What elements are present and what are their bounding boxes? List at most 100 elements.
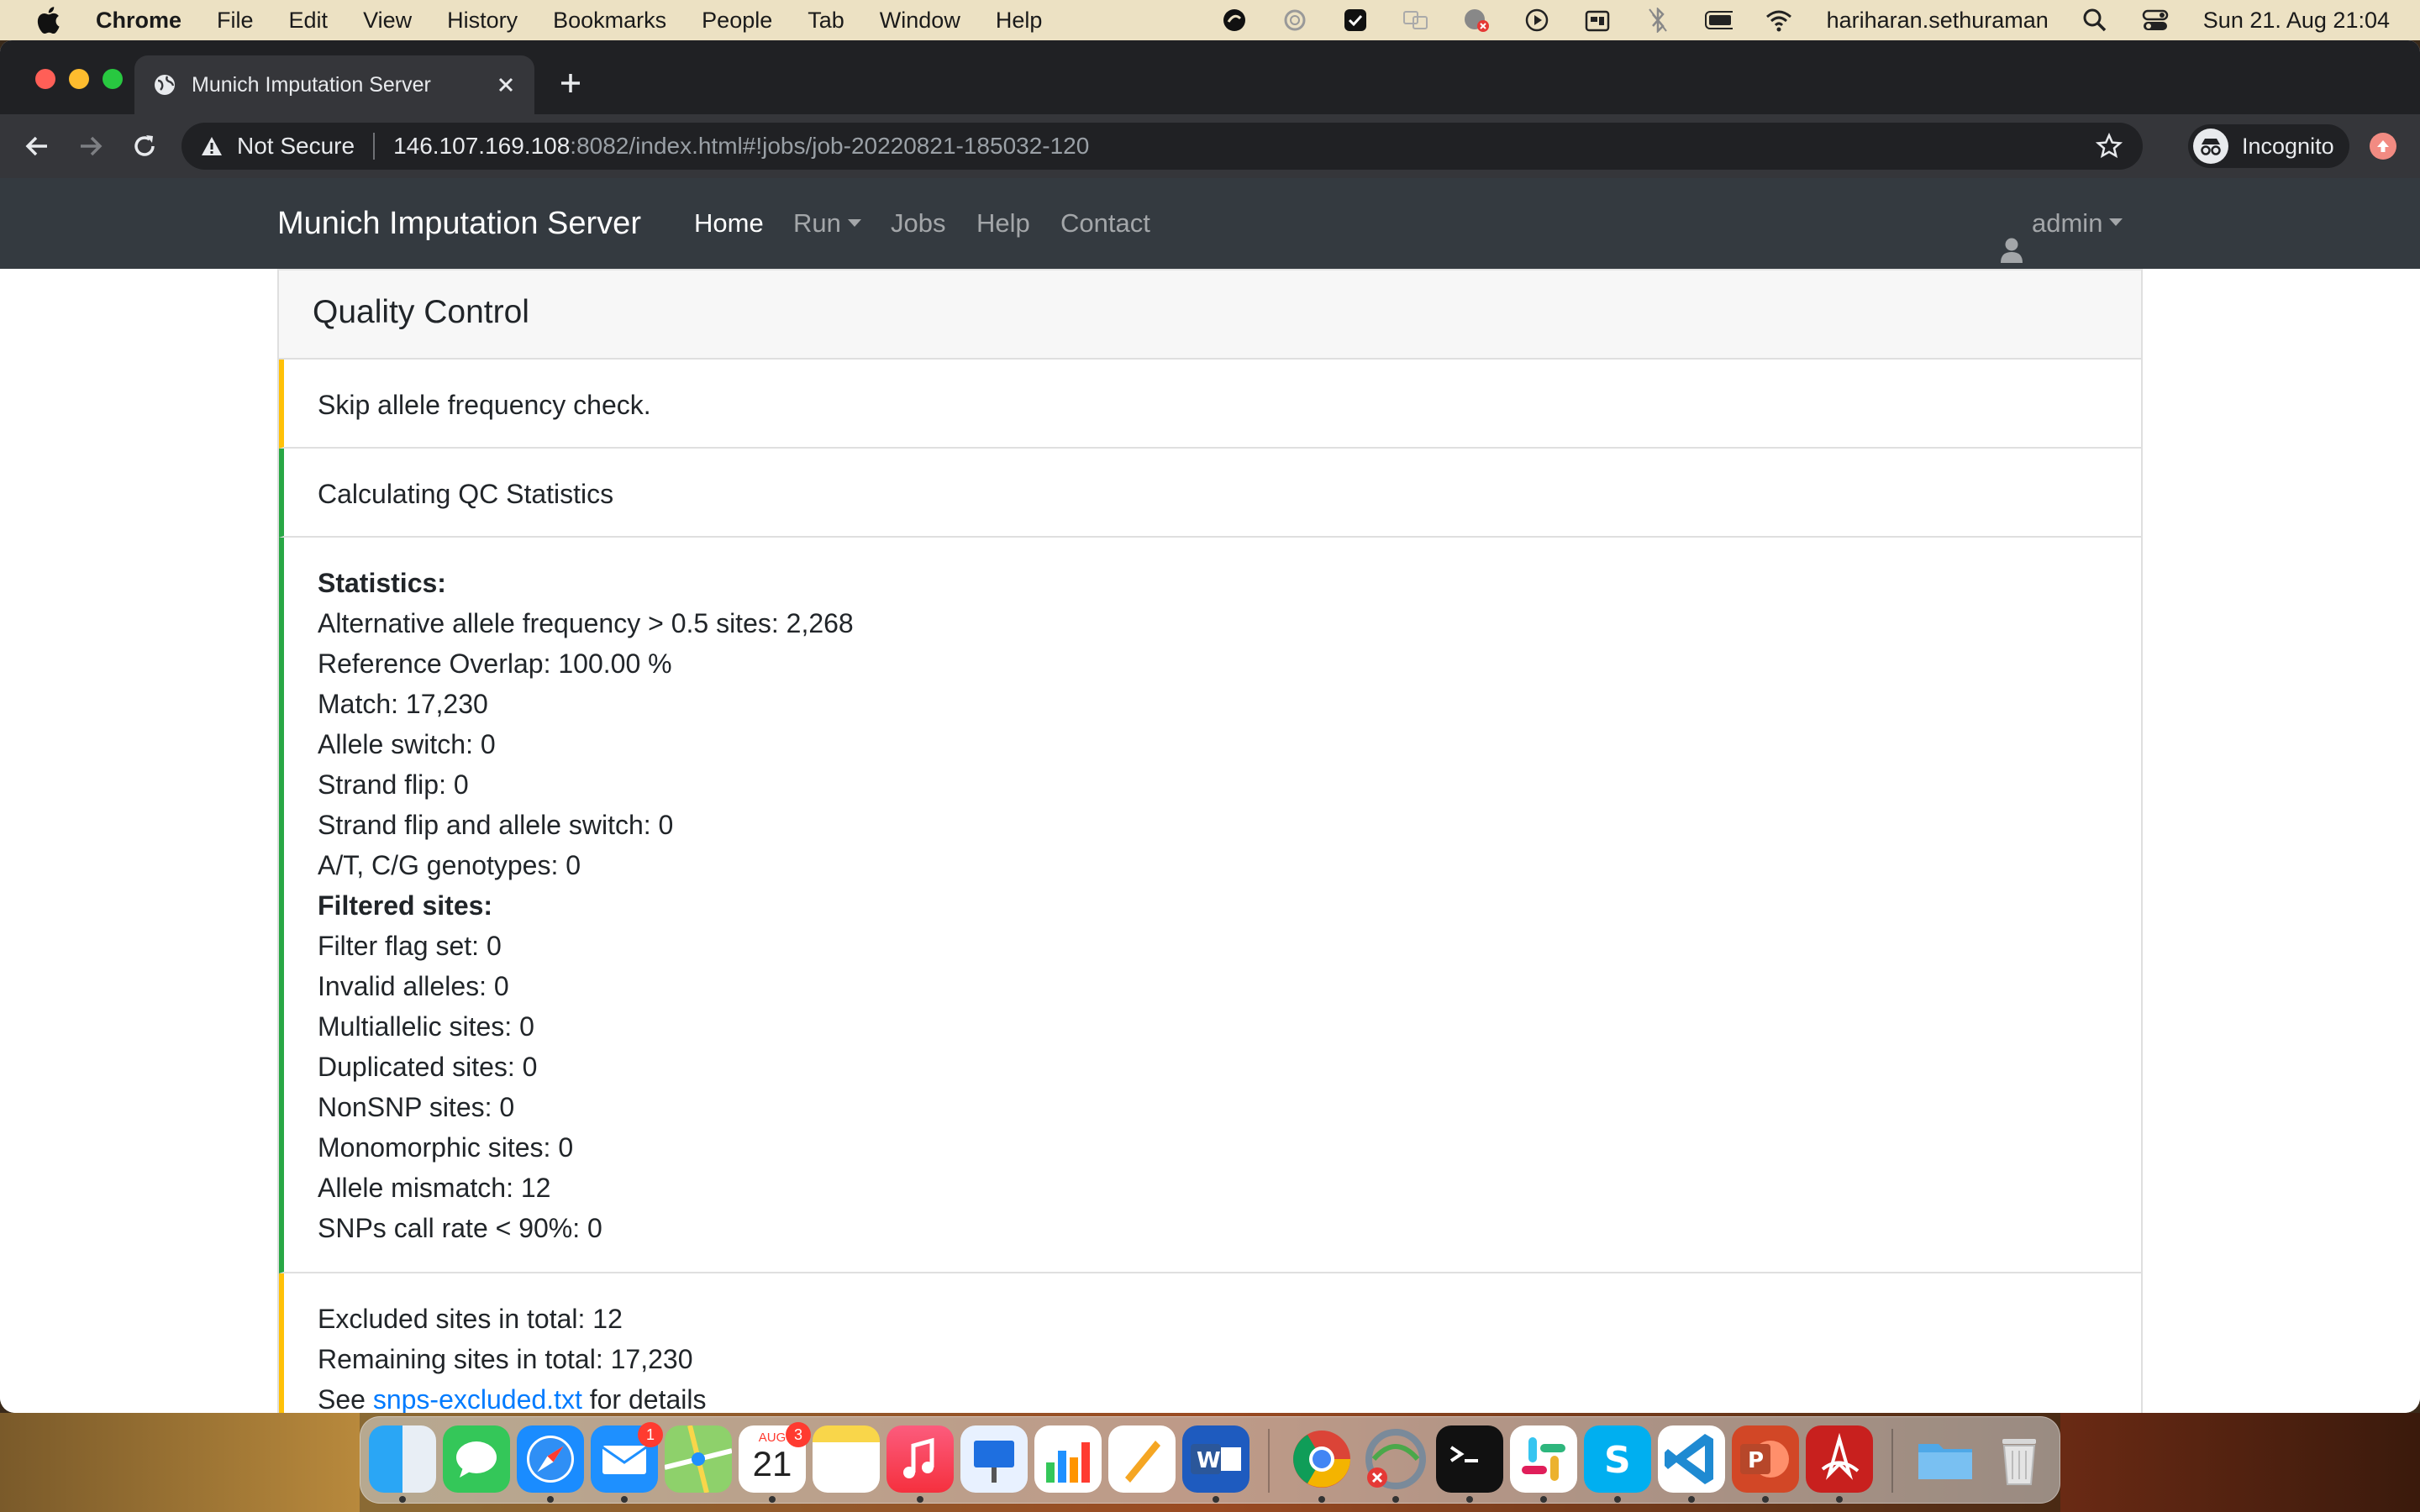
menu-tab[interactable]: Tab: [808, 8, 844, 34]
wifi-icon[interactable]: [1765, 8, 1793, 33]
user-icon: [2000, 210, 2023, 263]
music-icon[interactable]: [886, 1425, 954, 1493]
play-icon[interactable]: [1523, 8, 1551, 33]
acrobat-icon[interactable]: [1806, 1425, 1873, 1493]
bookmark-star-icon[interactable]: [2095, 132, 2123, 160]
finder-icon[interactable]: [369, 1425, 436, 1493]
menu-bookmarks[interactable]: Bookmarks: [553, 8, 666, 34]
vpn-error-icon[interactable]: [1462, 8, 1491, 33]
sync-icon[interactable]: [1281, 8, 1309, 33]
menu-edit[interactable]: Edit: [289, 8, 329, 34]
safari-icon[interactable]: [517, 1425, 584, 1493]
menu-view[interactable]: View: [363, 8, 412, 34]
nav-home[interactable]: Home: [694, 178, 764, 269]
macos-dock: 1 AUG 21 3 W S P: [360, 1416, 2060, 1504]
menu-history[interactable]: History: [447, 8, 518, 34]
security-label[interactable]: Not Secure: [237, 133, 355, 160]
svg-text:P: P: [1748, 1448, 1764, 1473]
terminal-icon[interactable]: [1436, 1425, 1503, 1493]
filtered-line: SNPs call rate < 90%: 0: [318, 1213, 602, 1243]
window-close-button[interactable]: [35, 69, 55, 89]
back-arrow-icon[interactable]: [20, 129, 54, 163]
warning-triangle-icon[interactable]: [200, 134, 224, 158]
chrome-icon[interactable]: [1288, 1425, 1355, 1493]
status-app-icon[interactable]: [1220, 8, 1249, 33]
desktop-wallpaper-left: [0, 1413, 360, 1512]
snps-excluded-link[interactable]: snps-excluded.txt: [373, 1384, 582, 1413]
stat-line: Strand flip and allele switch: 0: [318, 810, 674, 840]
chevron-down-icon: [2109, 218, 2123, 226]
mail-icon[interactable]: 1: [591, 1422, 663, 1493]
browser-toolbar: Not Secure 146.107.169.108:8082/index.ht…: [0, 114, 2420, 178]
vpn-app-icon[interactable]: [1362, 1425, 1429, 1493]
calendar-icon[interactable]: AUG 21 3: [739, 1422, 811, 1493]
forward-arrow-icon[interactable]: [74, 129, 108, 163]
menubar-status-area: hariharan.sethuraman Sun 21. Aug 21:04: [1188, 0, 2390, 40]
details-line: See snps-excluded.txt for details: [318, 1379, 2141, 1413]
menubar-username[interactable]: hariharan.sethuraman: [1827, 8, 2049, 34]
bluetooth-off-icon[interactable]: [1644, 8, 1672, 33]
running-indicator: [1392, 1496, 1399, 1503]
powerpoint-icon[interactable]: P: [1732, 1425, 1799, 1493]
stat-line: Allele switch: 0: [318, 729, 496, 759]
tab-close-icon[interactable]: [496, 75, 516, 95]
menu-app-name[interactable]: Chrome: [96, 8, 182, 34]
slack-icon[interactable]: [1510, 1425, 1577, 1493]
numbers-icon[interactable]: [1034, 1425, 1102, 1493]
tab-strip: Munich Imputation Server: [0, 40, 2420, 114]
running-indicator: [547, 1496, 554, 1503]
site-brand[interactable]: Munich Imputation Server: [277, 178, 641, 269]
menu-help[interactable]: Help: [996, 8, 1043, 34]
menu-window[interactable]: Window: [880, 8, 960, 34]
nav-contact[interactable]: Contact: [1060, 178, 1150, 269]
control-center-icon[interactable]: [2141, 8, 2170, 33]
running-indicator: [1762, 1496, 1769, 1503]
skype-icon[interactable]: S: [1584, 1425, 1651, 1493]
apple-menu-icon[interactable]: [35, 5, 62, 35]
nav-help[interactable]: Help: [976, 178, 1030, 269]
trash-icon[interactable]: [1986, 1425, 2053, 1493]
chevron-down-icon: [847, 219, 861, 228]
notes-icon[interactable]: [813, 1425, 880, 1493]
nav-run[interactable]: Run: [793, 178, 861, 269]
window-minimize-button[interactable]: [69, 69, 89, 89]
vscode-icon[interactable]: [1658, 1425, 1725, 1493]
checkmark-app-icon[interactable]: [1341, 8, 1370, 33]
pages-icon[interactable]: [1108, 1425, 1176, 1493]
calendar-badge: 3: [786, 1422, 811, 1447]
menu-file[interactable]: File: [217, 8, 254, 34]
window-maximize-button[interactable]: [103, 69, 123, 89]
running-indicator: [1318, 1496, 1325, 1503]
battery-icon[interactable]: [1704, 8, 1733, 33]
desktop-wallpaper-right: [2060, 1413, 2420, 1512]
running-indicator: [1614, 1496, 1621, 1503]
address-bar[interactable]: Not Secure 146.107.169.108:8082/index.ht…: [182, 123, 2143, 170]
running-indicator: [1540, 1496, 1547, 1503]
folder-icon[interactable]: [1912, 1425, 1979, 1493]
nav-jobs[interactable]: Jobs: [891, 178, 945, 269]
translate-icon[interactable]: [1402, 8, 1430, 33]
page-viewport: Munich Imputation Server Home Run Jobs H…: [0, 178, 2420, 1413]
running-indicator: [1466, 1496, 1473, 1503]
spotlight-search-icon[interactable]: [2081, 8, 2109, 33]
browser-tab[interactable]: Munich Imputation Server: [134, 55, 534, 114]
incognito-label: Incognito: [2242, 133, 2334, 159]
incognito-icon: [2193, 129, 2228, 164]
site-navbar: Munich Imputation Server Home Run Jobs H…: [0, 178, 2420, 269]
step-message: Skip allele frequency check.: [318, 390, 651, 420]
menu-people[interactable]: People: [702, 8, 772, 34]
word-icon[interactable]: W: [1182, 1425, 1249, 1493]
filtered-line: Allele mismatch: 12: [318, 1173, 551, 1203]
incognito-indicator[interactable]: Incognito: [2188, 124, 2349, 168]
reload-icon[interactable]: [128, 129, 161, 163]
menubar-datetime[interactable]: Sun 21. Aug 21:04: [2203, 8, 2390, 34]
user-menu[interactable]: admin: [2000, 178, 2123, 269]
messages-icon[interactable]: [443, 1425, 510, 1493]
maps-icon[interactable]: [664, 1425, 733, 1494]
keynote-icon[interactable]: [960, 1425, 1028, 1493]
new-tab-icon[interactable]: [556, 69, 585, 97]
calendar-widget-icon[interactable]: [1583, 8, 1612, 33]
update-icon[interactable]: [2370, 133, 2396, 160]
user-menu-label: admin: [2032, 208, 2103, 238]
filtered-line: Duplicated sites: 0: [318, 1052, 538, 1082]
